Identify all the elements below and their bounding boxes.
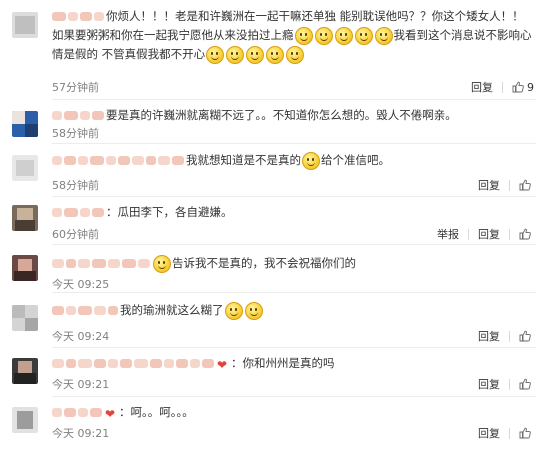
comment-body: 我的瑜洲就这么糊了 <box>120 303 224 317</box>
heart-eyes-emoji-icon <box>104 405 118 424</box>
comment-body: 我就想知道是不是真的 <box>186 153 301 167</box>
avatar[interactable] <box>12 407 38 433</box>
smile-emoji-icon <box>302 151 320 170</box>
comment-body: 要是真的许巍洲就离糊不远了。。不知道你怎么想的。毁人不倦啊亲。 <box>106 108 457 122</box>
smile-emoji-icon <box>314 26 333 45</box>
comment-text: 你烦人！！！老是和许巍洲在一起干嘛还单独 能别耽误他吗？？你这个矮女人！！如果要… <box>52 7 532 64</box>
separator <box>502 81 503 93</box>
avatar[interactable] <box>12 12 38 38</box>
smile-emoji-icon <box>266 45 285 64</box>
reply-button[interactable]: 回复 <box>478 425 500 441</box>
comment-time: 今天 09:21 <box>52 378 110 391</box>
heart-eyes-emoji-icon <box>216 356 230 375</box>
reply-button[interactable]: 回复 <box>478 328 500 344</box>
thumbs-up-icon <box>519 228 531 240</box>
separator <box>509 378 510 390</box>
username-blurred[interactable] <box>52 356 216 370</box>
divider <box>52 143 536 144</box>
like-button[interactable] <box>519 228 534 240</box>
like-button[interactable] <box>519 179 534 191</box>
separator <box>509 228 510 240</box>
smile-emoji-icon <box>206 45 225 64</box>
thumbs-up-icon <box>519 330 531 342</box>
smile-emoji-icon <box>294 26 313 45</box>
like-button[interactable] <box>519 427 534 439</box>
smile-emoji-icon <box>374 26 393 45</box>
username-blurred[interactable] <box>52 405 104 419</box>
divider <box>52 396 536 397</box>
reply-button[interactable]: 回复 <box>478 177 500 193</box>
username-blurred[interactable] <box>52 205 106 219</box>
avatar[interactable] <box>12 255 38 281</box>
reply-button[interactable]: 回复 <box>478 226 500 242</box>
username-blurred[interactable] <box>52 9 106 23</box>
reply-button[interactable]: 回复 <box>478 376 500 392</box>
comment-actions: 回复 <box>478 328 534 344</box>
smile-emoji-icon <box>244 301 263 320</box>
smile-emoji-icon <box>153 254 171 273</box>
comment-time: 57分钟前 <box>52 81 99 94</box>
comment-time: 58分钟前 <box>52 179 99 192</box>
comment-actions: 举报 回复 <box>437 226 534 242</box>
comment-text: ：瓜田李下，各自避嫌。 <box>52 203 532 222</box>
smile-emoji-icon <box>354 26 373 45</box>
comment-text: ：你和州州是真的吗 <box>52 354 532 375</box>
comment-text: 我的瑜洲就这么糊了 <box>52 301 532 320</box>
smile-emoji-icon <box>226 45 245 64</box>
separator <box>509 427 510 439</box>
divider <box>52 196 536 197</box>
divider <box>52 347 536 348</box>
avatar[interactable] <box>12 305 38 331</box>
comment-actions: 回复 <box>478 425 534 441</box>
separator <box>468 228 469 240</box>
comment-body: 告诉我不是真的，我不会祝福你们的 <box>172 256 356 270</box>
avatar[interactable] <box>12 205 38 231</box>
avatar[interactable] <box>12 358 38 384</box>
divider <box>52 292 536 293</box>
thumbs-up-icon <box>519 378 531 390</box>
like-count: 9 <box>527 80 534 94</box>
comment-body: 给个准信吧。 <box>321 153 390 167</box>
like-button[interactable] <box>519 378 534 390</box>
thumbs-up-icon <box>512 81 524 93</box>
separator <box>509 179 510 191</box>
comment-body: ：你和州州是真的吗 <box>231 356 335 370</box>
smile-emoji-icon <box>286 45 305 64</box>
divider <box>52 99 536 100</box>
username-blurred[interactable] <box>52 303 120 317</box>
comment-time: 今天 09:21 <box>52 427 110 440</box>
smile-emoji-icon <box>334 26 353 45</box>
comment-text: 我就想知道是不是真的 给个准信吧。 <box>52 151 532 170</box>
username-blurred[interactable] <box>52 108 106 122</box>
like-button[interactable] <box>519 330 534 342</box>
avatar[interactable] <box>12 111 38 137</box>
like-button[interactable]: 9 <box>512 81 534 94</box>
thumbs-up-icon <box>519 179 531 191</box>
smile-emoji-icon <box>224 301 243 320</box>
divider <box>52 244 536 245</box>
smile-emoji-icon <box>246 45 265 64</box>
reply-button[interactable]: 回复 <box>471 79 493 95</box>
comment-time: 60分钟前 <box>52 228 99 241</box>
username-blurred[interactable] <box>52 256 152 270</box>
comment-time: 今天 09:24 <box>52 330 110 343</box>
comment-actions: 回复 9 <box>471 79 534 95</box>
comment-text: ：呵。。呵。。。 <box>52 403 532 424</box>
comment-actions: 回复 <box>478 376 534 392</box>
username-blurred[interactable] <box>52 153 186 167</box>
comment-body: ：瓜田李下，各自避嫌。 <box>106 205 233 219</box>
comment-body: ：呵。。呵。。。 <box>119 405 194 419</box>
comment-text: 告诉我不是真的，我不会祝福你们的 <box>52 254 532 273</box>
report-button[interactable]: 举报 <box>437 226 459 242</box>
comment-time: 今天 09:25 <box>52 278 110 291</box>
comment-time: 58分钟前 <box>52 127 99 140</box>
comment-text: 要是真的许巍洲就离糊不远了。。不知道你怎么想的。毁人不倦啊亲。 <box>52 106 532 125</box>
comment-actions: 回复 <box>478 177 534 193</box>
thumbs-up-icon <box>519 427 531 439</box>
separator <box>509 330 510 342</box>
avatar[interactable] <box>12 155 38 181</box>
